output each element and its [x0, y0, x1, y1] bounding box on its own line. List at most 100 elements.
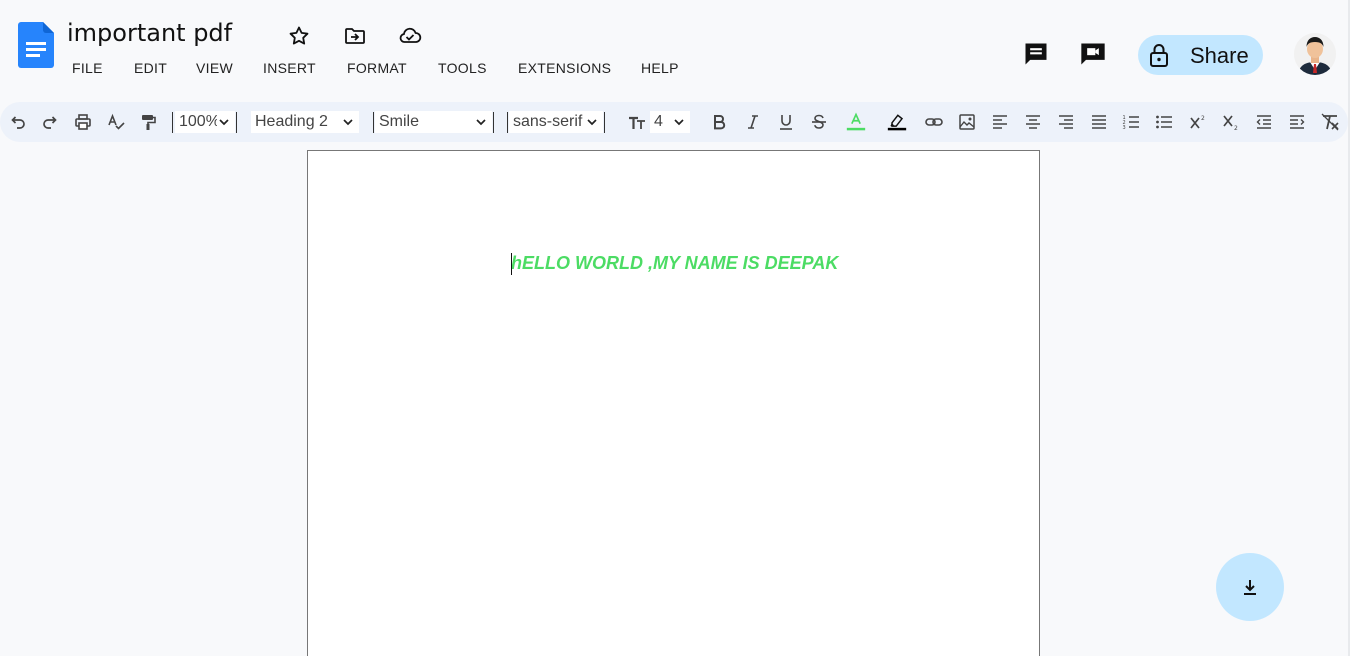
align-right-button[interactable] [1054, 110, 1078, 134]
increase-indent-button[interactable] [1285, 110, 1309, 134]
align-left-icon [993, 115, 1007, 129]
print-icon [75, 114, 91, 130]
paint-format-button[interactable] [136, 110, 160, 134]
svg-text:3: 3 [1123, 125, 1126, 131]
toolbar-divider [172, 112, 173, 133]
chevron-down-icon [343, 119, 353, 126]
share-button[interactable]: Share [1138, 35, 1263, 75]
italic-button[interactable] [741, 110, 765, 134]
decrease-indent-icon [1256, 115, 1271, 129]
zoom-select[interactable]: 100% [175, 111, 235, 133]
insert-link-button[interactable] [922, 110, 946, 134]
user-avatar[interactable] [1294, 33, 1336, 75]
chevron-down-icon [219, 119, 229, 126]
italic-icon [748, 115, 758, 129]
font-size-button[interactable] [625, 110, 649, 134]
menu-extensions[interactable]: EXTENSIONS [518, 60, 611, 76]
text-color-icon [846, 112, 866, 131]
font-family-value: sans-serif [513, 113, 583, 130]
strikethrough-icon [812, 114, 826, 129]
menu-view[interactable]: VIEW [196, 60, 233, 76]
underline-icon [780, 115, 792, 130]
menu-tools[interactable]: TOOLS [438, 60, 487, 76]
insert-image-button[interactable] [955, 110, 979, 134]
highlight-color-button[interactable] [885, 110, 909, 134]
bold-button[interactable] [707, 110, 731, 134]
clear-formatting-icon [1321, 113, 1339, 131]
svg-text:2: 2 [1201, 115, 1205, 122]
decrease-indent-button[interactable] [1252, 110, 1276, 134]
subscript-icon: 2 [1223, 115, 1238, 132]
superscript-icon: 2 [1190, 115, 1205, 129]
chevron-down-icon [587, 119, 597, 126]
spellcheck-button[interactable] [104, 110, 128, 134]
image-icon [959, 114, 975, 130]
zoom-value: 100% [179, 113, 217, 130]
text-size-icon [629, 116, 645, 129]
toolbar-divider [604, 112, 605, 133]
bold-icon [714, 115, 726, 130]
share-label: Share [1190, 43, 1249, 68]
document-page[interactable]: hELLO WORLD ,MY NAME IS DEEPAK [307, 150, 1040, 656]
align-center-icon [1026, 115, 1040, 129]
comment-history-icon[interactable] [1022, 40, 1050, 68]
download-icon [1244, 580, 1256, 595]
paragraph-style-select[interactable]: Heading 2 [251, 111, 359, 133]
numbered-list-button[interactable]: 123 [1119, 110, 1143, 134]
menu-insert[interactable]: INSERT [263, 60, 316, 76]
text-cursor [511, 253, 512, 275]
formatting-toolbar: 100% Heading 2 Smile sans-serif 4 1 2 3 … [0, 102, 1348, 142]
menu-help[interactable]: HELP [641, 60, 679, 76]
increase-indent-icon [1290, 115, 1305, 129]
font-family-select[interactable]: sans-serif [509, 111, 603, 133]
font-size-value: 4 [654, 113, 663, 130]
redo-button[interactable] [38, 110, 62, 134]
document-body-text[interactable]: hELLO WORLD ,MY NAME IS DEEPAK [511, 253, 838, 274]
bulleted-list-button[interactable] [1152, 110, 1176, 134]
star-icon[interactable] [287, 24, 311, 48]
redo-icon [43, 116, 57, 129]
link-icon [925, 118, 943, 126]
subscript-button[interactable]: 2 [1219, 110, 1243, 134]
align-center-button[interactable] [1021, 110, 1045, 134]
toolbar-divider [236, 112, 237, 133]
app-header: important pdf FILE EDIT VIEW INSERT FORM… [0, 0, 1350, 100]
svg-text:2: 2 [1234, 125, 1238, 132]
menu-format[interactable]: FORMAT [347, 60, 407, 76]
align-justify-icon [1092, 115, 1106, 129]
move-to-folder-icon[interactable] [343, 24, 367, 48]
menu-file[interactable]: FILE [72, 60, 103, 76]
docs-logo-icon[interactable] [18, 22, 54, 68]
undo-button[interactable] [6, 110, 30, 134]
highlight-pen-icon [887, 114, 907, 131]
paragraph-style-value: Heading 2 [255, 113, 328, 130]
cloud-saved-icon[interactable] [398, 24, 422, 48]
lock-icon [1150, 44, 1168, 67]
numbered-list-icon: 123 [1123, 115, 1139, 131]
text-color-button[interactable] [844, 110, 868, 134]
align-right-icon [1059, 115, 1073, 129]
spellcheck-icon [108, 113, 125, 130]
toolbar-divider [493, 112, 494, 133]
font-select[interactable]: Smile [375, 111, 492, 133]
toolbar-divider [373, 112, 374, 133]
undo-icon [11, 116, 25, 129]
underline-button[interactable] [774, 110, 798, 134]
font-size-select[interactable]: 4 [650, 111, 690, 133]
font-value: Smile [379, 113, 420, 130]
toolbar-divider [507, 112, 508, 133]
strikethrough-button[interactable] [807, 110, 831, 134]
download-button[interactable] [1216, 553, 1284, 621]
chevron-down-icon [674, 119, 684, 126]
paint-format-icon [142, 115, 156, 130]
align-left-button[interactable] [988, 110, 1012, 134]
menu-edit[interactable]: EDIT [134, 60, 167, 76]
superscript-button[interactable]: 2 [1186, 110, 1210, 134]
meet-present-icon[interactable] [1079, 40, 1107, 68]
print-button[interactable] [71, 110, 95, 134]
document-title[interactable]: important pdf [67, 19, 232, 47]
align-justify-button[interactable] [1087, 110, 1111, 134]
chevron-down-icon [476, 119, 486, 126]
bulleted-list-icon [1156, 115, 1172, 129]
clear-formatting-button[interactable] [1318, 110, 1342, 134]
